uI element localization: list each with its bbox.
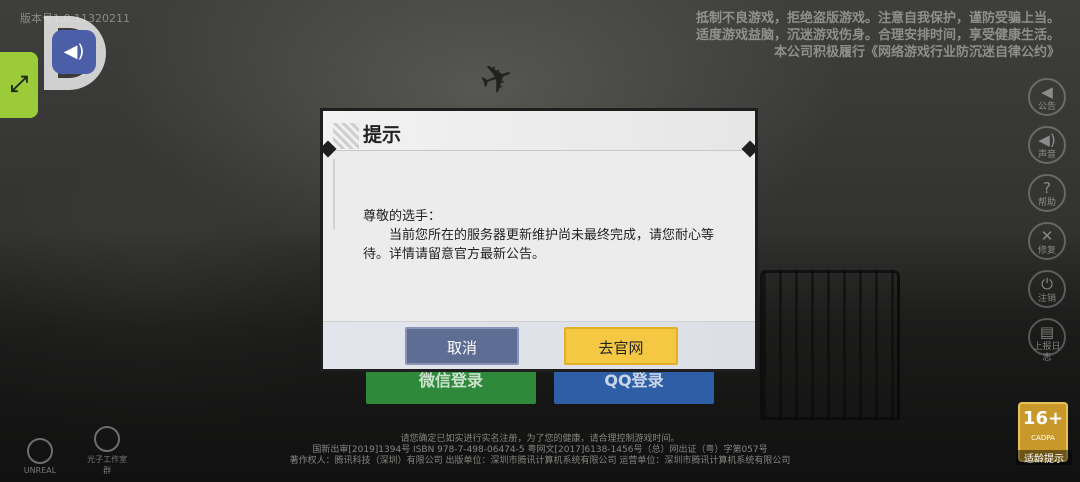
truck-silhouette bbox=[760, 270, 900, 420]
speaker-button[interactable]: ◀) bbox=[52, 30, 96, 74]
unreal-logo: UNREAL bbox=[18, 438, 62, 475]
help-icon: ? bbox=[1043, 179, 1051, 197]
dialog-header: 提示 bbox=[319, 111, 759, 158]
side-item-label: 公告 bbox=[1037, 102, 1056, 112]
announcement-icon: ◀ bbox=[1041, 83, 1053, 101]
age-rating-number: 16+ bbox=[1022, 408, 1064, 429]
dialog-footer: 取消 去官网 bbox=[323, 321, 755, 369]
side-decoration bbox=[333, 159, 351, 229]
corner-notch-decoration bbox=[741, 140, 759, 158]
repair-icon: ✕ bbox=[1040, 227, 1054, 245]
age-rating-label[interactable]: 适龄提示 bbox=[1016, 450, 1072, 465]
maintenance-dialog: 提示 尊敬的选手： 当前您所在的服务器更新维护尚未最终完成，请您耐心等待。详情请… bbox=[319, 108, 759, 372]
notice-line: 本公司积极履行《网络游戏行业防沉迷自律公约》 bbox=[773, 45, 1060, 60]
official-site-button[interactable]: 去官网 bbox=[564, 327, 678, 365]
footer-logo-label: 光子工作室群 bbox=[87, 455, 128, 475]
legal-footer: 请您确定已如实进行实名注册，为了您的健康，请合理控制游戏时间。 国新出审[201… bbox=[260, 434, 820, 467]
footer-line: 请您确定已如实进行实名注册，为了您的健康，请合理控制游戏时间。 bbox=[400, 434, 680, 444]
footer-line: 著作权人：腾讯科技（深圳）有限公司 出版单位：深圳市腾讯计算机系统有限公司 运营… bbox=[289, 456, 791, 466]
studio-icon bbox=[94, 426, 121, 452]
dialog-greeting: 尊敬的选手： bbox=[363, 209, 442, 224]
repair-button[interactable]: ✕ 修复 bbox=[1028, 222, 1066, 260]
help-button[interactable]: ? 帮助 bbox=[1028, 174, 1066, 212]
side-item-label: 上报日志 bbox=[1033, 342, 1061, 363]
expand-button[interactable]: ⤢ bbox=[0, 52, 38, 118]
side-menu: ◀ 公告 ◀) 声音 ? 帮助 ✕ 修复 ⏻ 注销 ▤ 上报日志 bbox=[1026, 78, 1068, 366]
dialog-title: 提示 bbox=[363, 124, 402, 146]
report-log-button[interactable]: ▤ 上报日志 bbox=[1028, 318, 1066, 363]
power-icon: ⏻ bbox=[1041, 275, 1053, 293]
sound-button[interactable]: ◀) 声音 bbox=[1028, 126, 1066, 164]
cancel-button[interactable]: 取消 bbox=[405, 327, 519, 365]
logout-button[interactable]: ⏻ 注销 bbox=[1028, 270, 1066, 308]
side-item-label: 注销 bbox=[1037, 294, 1056, 304]
announcement-button[interactable]: ◀ 公告 bbox=[1028, 78, 1066, 116]
dialog-body: 尊敬的选手： 当前您所在的服务器更新维护尚未最终完成，请您耐心等待。详情请留意官… bbox=[363, 207, 725, 264]
age-rating-org: CADPA bbox=[1031, 434, 1055, 442]
notice-line: 抵制不良游戏，拒绝盗版游戏。注意自我保护，谨防受骗上当。 bbox=[695, 11, 1060, 26]
speaker-icon: ◀) bbox=[63, 41, 85, 62]
footer-logos: UNREAL 光子工作室群 bbox=[18, 426, 147, 477]
stripe-decoration bbox=[333, 123, 359, 149]
footer-line: 国新出审[2019]1394号 ISBN 978-7-498-06474-5 粤… bbox=[312, 445, 768, 455]
sound-icon: ◀) bbox=[1038, 131, 1056, 149]
anti-addiction-notice: 抵制不良游戏，拒绝盗版游戏。注意自我保护，谨防受骗上当。 适度游戏益脑，沉迷游戏… bbox=[640, 10, 1060, 61]
footer-logo-label: UNREAL bbox=[23, 466, 57, 475]
notice-line: 适度游戏益脑，沉迷游戏伤身。合理安排时间，享受健康生活。 bbox=[695, 28, 1060, 43]
side-item-label: 帮助 bbox=[1037, 198, 1056, 208]
expand-icon: ⤢ bbox=[10, 72, 28, 97]
side-item-label: 修复 bbox=[1037, 246, 1056, 256]
studio-logo: 光子工作室群 bbox=[85, 426, 129, 476]
side-item-label: 声音 bbox=[1037, 150, 1056, 160]
report-icon: ▤ bbox=[1039, 323, 1055, 341]
dialog-message: 当前您所在的服务器更新维护尚未最终完成，请您耐心等待。详情请留意官方最新公告。 bbox=[363, 228, 715, 262]
unreal-icon bbox=[27, 438, 53, 464]
